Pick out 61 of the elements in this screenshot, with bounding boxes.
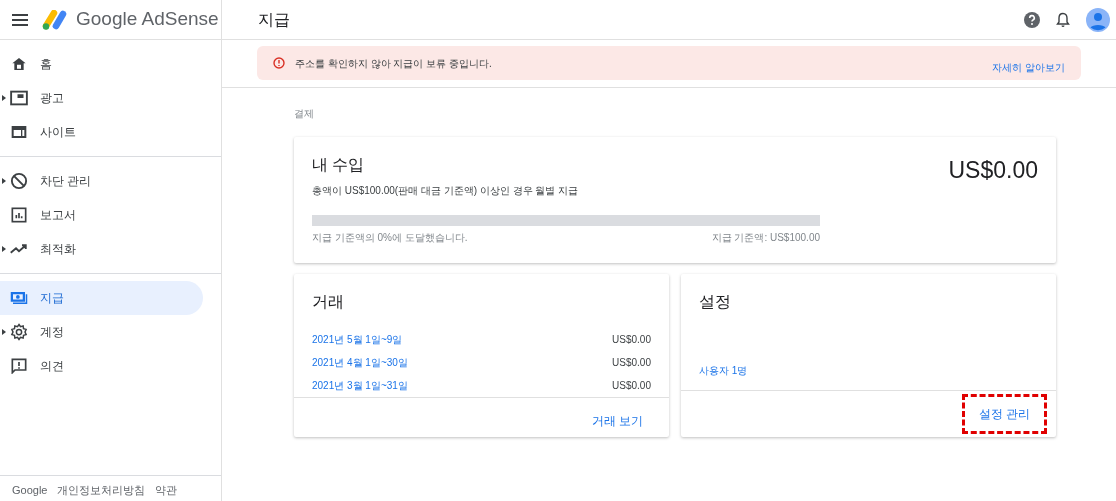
learn-more-link[interactable]: 자세히 알아보기 (992, 59, 1065, 75)
expand-arrow-icon[interactable] (2, 246, 6, 252)
footer-link[interactable]: 개인정보처리방침 (57, 481, 146, 498)
card-subtitle: 총액이 US$100.00(판매 대금 기준액) 이상인 경우 월별 지급 (312, 184, 579, 198)
transaction-amount: US$0.00 (612, 333, 651, 347)
sidebar-label: 최적화 (40, 241, 76, 258)
sidebar-label: 보고서 (40, 207, 76, 224)
sidebar-label: 지급 (40, 290, 64, 307)
breadcrumb: 결제 (294, 107, 315, 121)
sidebar-item[interactable]: 최적화 (0, 232, 203, 266)
earnings-amount: US$0.00 (948, 156, 1038, 185)
footer-link[interactable]: 약관 (155, 481, 178, 498)
users-link[interactable]: 사용자 1명 (699, 363, 1038, 378)
sidebar-item[interactable]: 보고서 (0, 198, 203, 232)
threshold-text: 지급 기준액: US$100.00 (711, 231, 820, 245)
block-icon (10, 172, 28, 190)
sidebar-item[interactable]: 계정 (0, 315, 203, 349)
sidebar-label: 사이트 (40, 124, 76, 141)
menu-icon[interactable] (12, 13, 28, 26)
sidebar-item[interactable]: 지급 (0, 281, 203, 315)
settings-icon (10, 323, 28, 341)
notification-bell-icon[interactable] (1056, 11, 1070, 28)
sidebar-item[interactable]: 사이트 (0, 115, 203, 149)
sidebar-label: 홈 (40, 56, 52, 73)
expand-arrow-icon[interactable] (2, 178, 6, 184)
card-title: 설정 (699, 292, 732, 312)
sidebar-item[interactable]: 광고 (0, 81, 203, 115)
avatar-icon[interactable] (1086, 7, 1110, 32)
sidebar-item[interactable]: 의견 (0, 349, 203, 383)
page-title: 지급 (258, 9, 290, 30)
period-link[interactable]: 2021년 4월 1일~30일 (312, 355, 408, 370)
feedback-icon (11, 358, 27, 374)
product-name: Google AdSense (76, 7, 219, 32)
help-icon[interactable] (1024, 11, 1040, 28)
error-icon (273, 57, 285, 69)
sidebar-label: 의견 (40, 358, 64, 375)
sidebar-label: 계정 (40, 324, 64, 341)
card-title: 내 수입 (312, 155, 366, 175)
period-link[interactable]: 2021년 3월 1일~31일 (312, 378, 408, 393)
alert-message: 주소를 확인하지 않아 지급이 보류 중입니다. (295, 56, 492, 71)
payment-icon (10, 291, 28, 305)
trending-up-icon (10, 243, 28, 255)
expand-arrow-icon[interactable] (2, 329, 6, 335)
sidebar-item[interactable]: 차단 관리 (0, 164, 203, 198)
period-link[interactable]: 2021년 5월 1일~9일 (312, 332, 403, 347)
card-action-link[interactable]: 설정 관리 (964, 397, 1044, 431)
bar-chart-icon (11, 207, 27, 223)
card-action-link[interactable]: 거래 보기 (577, 404, 657, 438)
expand-arrow-icon[interactable] (2, 95, 6, 101)
ad-frame-icon (10, 90, 28, 106)
logo-icon (42, 9, 68, 30)
progress-text: 지급 기준액의 0%에 도달했습니다. (312, 231, 468, 245)
home-icon (11, 56, 27, 72)
transaction-amount: US$0.00 (612, 379, 651, 393)
transaction-amount: US$0.00 (612, 356, 651, 370)
sidebar-item[interactable]: 홈 (0, 47, 203, 81)
sidebar-label: 광고 (40, 90, 64, 107)
sidebar-label: 차단 관리 (40, 173, 92, 190)
card-title: 거래 (312, 292, 345, 312)
footer-text: Google (12, 482, 48, 498)
web-page-icon (11, 125, 27, 139)
